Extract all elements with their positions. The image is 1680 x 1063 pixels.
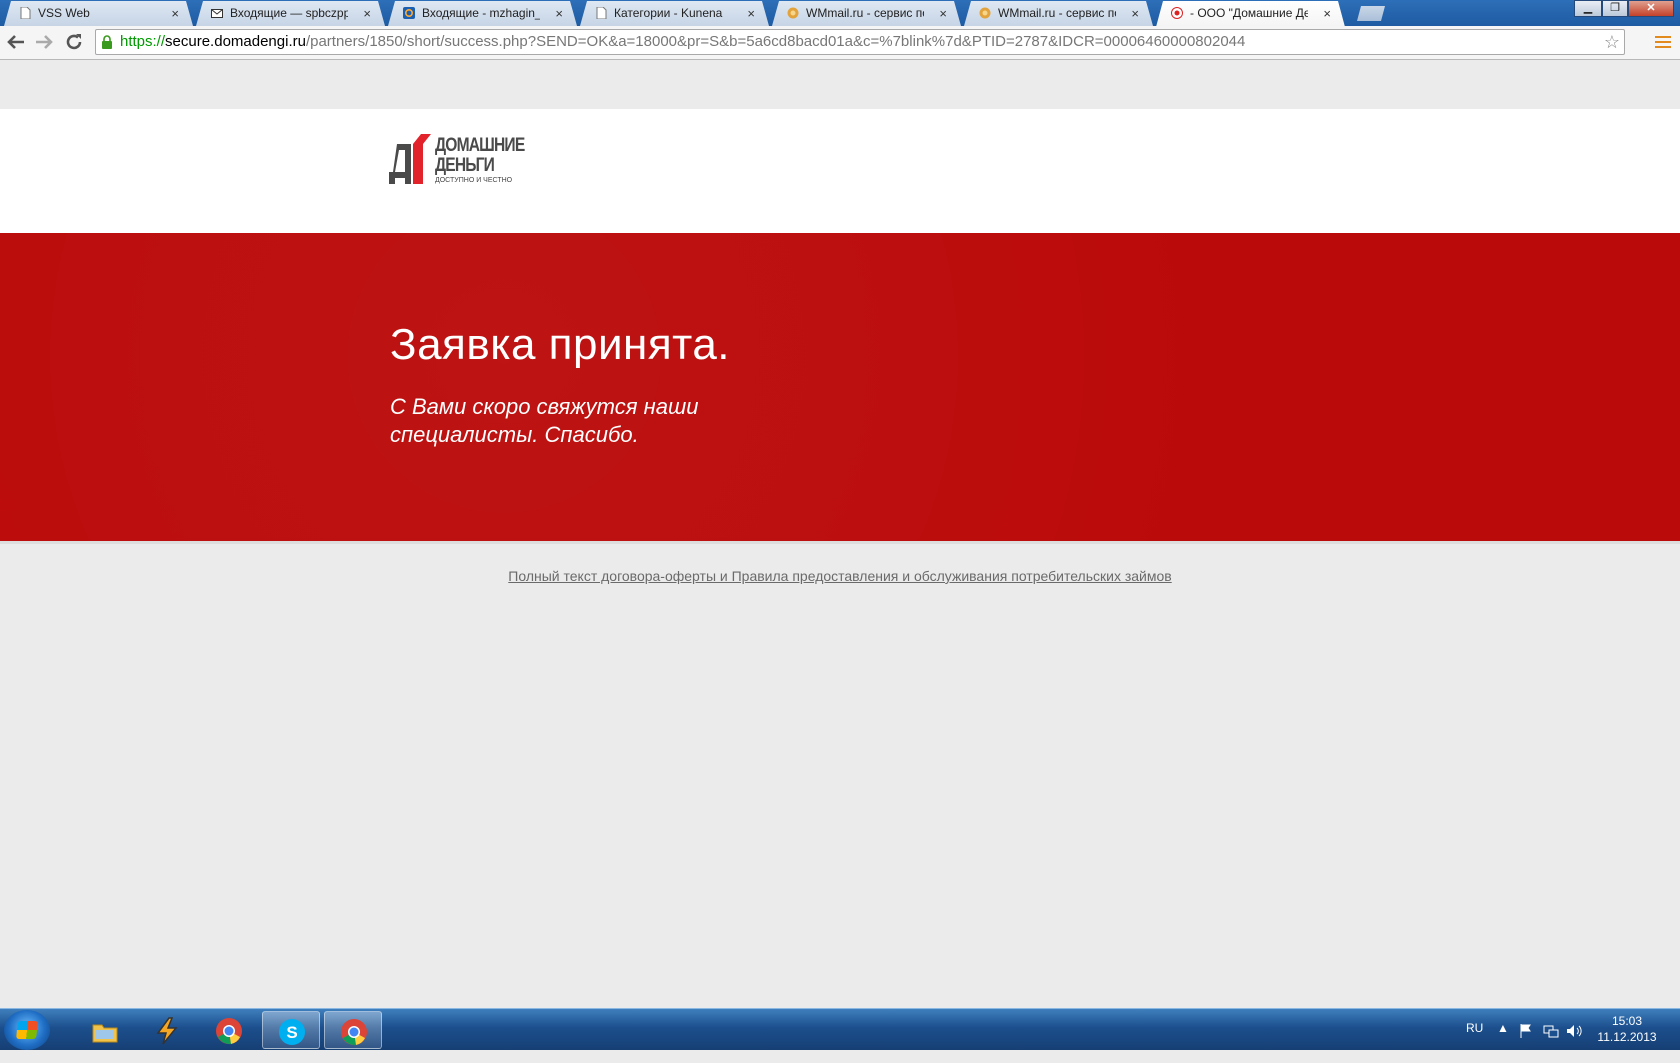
tab-close-icon[interactable]: × bbox=[363, 1, 371, 26]
minimize-icon[interactable]: ▁ bbox=[1574, 0, 1602, 17]
domadengi-icon bbox=[1171, 7, 1183, 19]
show-hidden-icons-icon[interactable]: ▲ bbox=[1497, 1021, 1509, 1063]
url-path: /partners/1850/short/success.php?SEND=OK… bbox=[305, 33, 1246, 50]
wmmail-icon bbox=[979, 7, 991, 19]
page-icon bbox=[19, 7, 31, 19]
tab-label: VSS Web bbox=[38, 6, 90, 20]
tab-wmmail-1[interactable]: WMmail.ru - сервис почт × bbox=[772, 1, 961, 26]
tab-kunena[interactable]: Категории - Kunena × bbox=[580, 1, 769, 26]
mailru-icon bbox=[403, 7, 415, 19]
lock-icon bbox=[102, 35, 112, 49]
tab-vss-web[interactable]: VSS Web × bbox=[4, 1, 193, 26]
logo-text-line2: ДЕНЬГИ bbox=[435, 155, 495, 176]
action-center-flag-icon[interactable] bbox=[1518, 1023, 1534, 1039]
success-message: С Вами скоро свяжутся наши специалисты. … bbox=[390, 394, 699, 447]
clock-time: 15:03 bbox=[1611, 1014, 1643, 1028]
taskbar-chrome[interactable] bbox=[200, 1011, 258, 1049]
language-indicator[interactable]: RU bbox=[1466, 1021, 1483, 1063]
banner-divider bbox=[0, 541, 1680, 544]
mail-icon bbox=[211, 7, 223, 19]
restore-icon[interactable]: ❐ bbox=[1602, 0, 1628, 17]
close-window-icon[interactable]: ✕ bbox=[1628, 0, 1674, 17]
tab-inbox-mailru[interactable]: Входящие - mzhagin_czp × bbox=[388, 1, 577, 26]
logo-mark-icon bbox=[389, 134, 431, 184]
tab-close-icon[interactable]: × bbox=[555, 1, 563, 26]
chrome-icon bbox=[216, 1018, 242, 1045]
domadengi-logo[interactable]: ДОМАШНИЕ ДЕНЬГИ ДОСТУПНО И ЧЕСТНО bbox=[389, 134, 539, 190]
success-title: Заявка принята. bbox=[390, 320, 731, 369]
tab-label: Входящие - mzhagin_czp bbox=[422, 6, 540, 20]
clock-date: 11.12.2013 bbox=[1597, 1030, 1657, 1044]
system-clock[interactable]: 15:03 11.12.2013 bbox=[1590, 1013, 1664, 1045]
browser-toolbar: https://secure.domadengi.ru/partners/185… bbox=[0, 26, 1680, 60]
url-text: https://secure.domadengi.ru/partners/185… bbox=[120, 30, 1245, 54]
forward-icon[interactable] bbox=[32, 30, 56, 54]
taskbar-skype[interactable]: S bbox=[262, 1011, 320, 1049]
reload-icon[interactable] bbox=[62, 30, 86, 54]
url-host: secure.domadengi.ru bbox=[165, 33, 306, 50]
windows-taskbar: S RU ▲ 15:03 11.12.2013 bbox=[0, 1008, 1680, 1050]
window-controls: ▁ ❐ ✕ bbox=[1574, 0, 1674, 17]
tab-close-icon[interactable]: × bbox=[1323, 1, 1331, 26]
svg-text:S: S bbox=[286, 1023, 297, 1042]
tab-close-icon[interactable]: × bbox=[747, 1, 755, 26]
menu-icon[interactable] bbox=[1655, 33, 1671, 51]
bookmark-star-icon[interactable]: ☆ bbox=[1604, 30, 1620, 54]
network-icon[interactable] bbox=[1543, 1023, 1559, 1039]
tab-label: - ООО "Домашние Деньги bbox=[1190, 6, 1308, 20]
tab-inbox-rambler[interactable]: Входящие — spbczpp@ra × bbox=[196, 1, 385, 26]
url-scheme: https:// bbox=[120, 33, 166, 50]
tab-domadengi[interactable]: - ООО "Домашние Деньги × bbox=[1156, 1, 1345, 27]
skype-icon: S bbox=[279, 1019, 305, 1045]
address-bar[interactable]: https://secure.domadengi.ru/partners/185… bbox=[95, 29, 1625, 55]
success-banner: Заявка принята. С Вами скоро свяжутся на… bbox=[0, 233, 1680, 541]
taskbar-explorer[interactable] bbox=[76, 1011, 134, 1049]
back-icon[interactable] bbox=[4, 30, 28, 54]
windows-logo-icon bbox=[16, 1021, 38, 1039]
page-icon bbox=[595, 7, 607, 19]
browser-tab-strip: VSS Web × Входящие — spbczpp@ra × Входящ… bbox=[0, 0, 1680, 26]
page-viewport: ДОМАШНИЕ ДЕНЬГИ ДОСТУПНО И ЧЕСТНО Заявка… bbox=[0, 60, 1680, 1008]
tab-label: WMmail.ru - сервис почт bbox=[806, 6, 923, 20]
site-header: ДОМАШНИЕ ДЕНЬГИ ДОСТУПНО И ЧЕСТНО bbox=[0, 109, 1680, 233]
tab-close-icon[interactable]: × bbox=[171, 1, 179, 26]
wmmail-icon bbox=[787, 7, 799, 19]
chrome-icon bbox=[341, 1019, 367, 1046]
volume-icon[interactable] bbox=[1566, 1023, 1582, 1039]
taskbar-winamp[interactable] bbox=[138, 1011, 196, 1049]
tab-wmmail-2[interactable]: WMmail.ru - сервис почт × bbox=[964, 1, 1153, 26]
explorer-icon bbox=[92, 1024, 118, 1043]
winamp-icon bbox=[156, 1017, 178, 1045]
tab-close-icon[interactable]: × bbox=[939, 1, 947, 26]
logo-slogan: ДОСТУПНО И ЧЕСТНО bbox=[435, 177, 513, 184]
tab-close-icon[interactable]: × bbox=[1131, 1, 1139, 26]
new-tab-button[interactable] bbox=[1357, 6, 1385, 21]
logo-text-line1: ДОМАШНИЕ bbox=[435, 135, 525, 156]
tab-label: Категории - Kunena bbox=[614, 6, 723, 20]
tab-label: WMmail.ru - сервис почт bbox=[998, 6, 1115, 20]
taskbar-chrome-active[interactable] bbox=[324, 1011, 382, 1049]
offer-agreement-link[interactable]: Полный текст договора-оферты и Правила п… bbox=[0, 568, 1680, 584]
start-button[interactable] bbox=[4, 1010, 50, 1050]
tab-label: Входящие — spbczpp@ra bbox=[230, 6, 348, 20]
